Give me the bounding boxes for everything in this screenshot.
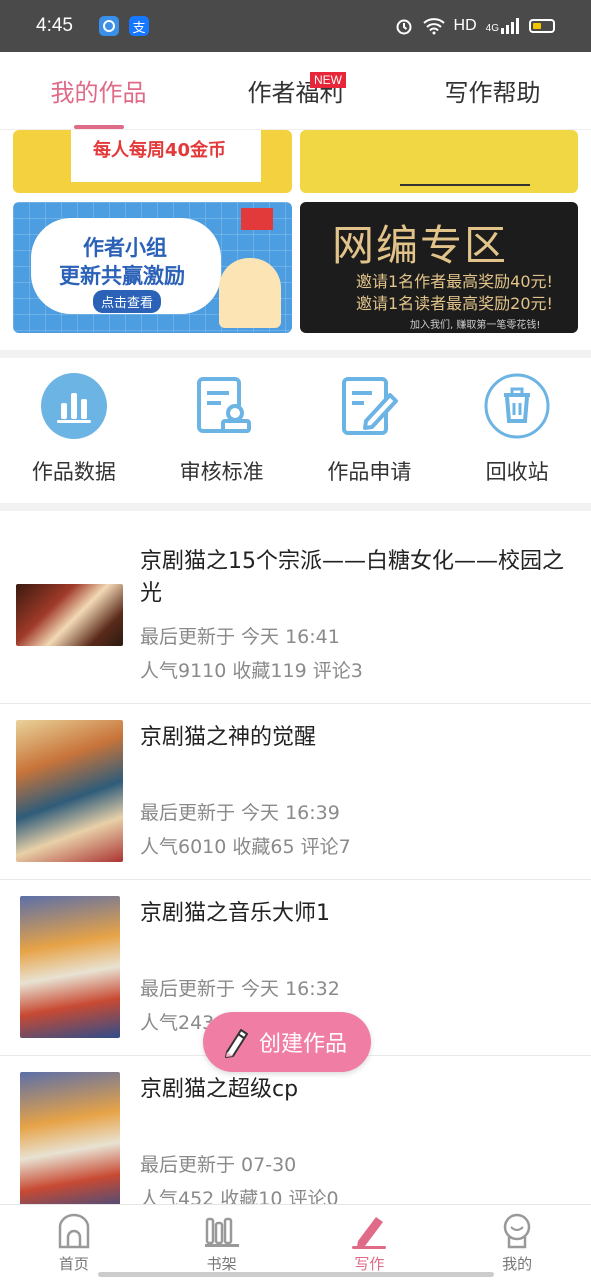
work-title: 京剧猫之15个宗派——白糖女化——校园之光	[140, 549, 564, 606]
pen-icon	[352, 1217, 387, 1249]
app-screen: 4:45 支 HD 4G 我的作品 作者福利 NEW 写作帮助 每人每周40金币…	[0, 0, 591, 1280]
profile-icon	[503, 1213, 531, 1249]
author-group-title: 作者小组	[83, 236, 167, 260]
work-stats: 人气243	[140, 1012, 215, 1034]
writing-desk-banner[interactable]	[300, 130, 578, 193]
tab-label: 我的作品	[50, 79, 147, 107]
work-title: 京剧猫之音乐大师1	[140, 901, 330, 926]
alarm-icon	[396, 19, 412, 35]
author-group-subtitle: 更新共赢激励	[59, 264, 185, 288]
status-bar: 4:45 支 HD 4G	[0, 0, 591, 52]
work-cover-image	[16, 584, 123, 646]
signal-type: 4G	[485, 23, 499, 34]
work-cover-image	[20, 1072, 120, 1214]
work-updated: 最后更新于 今天 16:41	[140, 626, 340, 648]
desk-illustration	[400, 138, 530, 186]
section-divider	[0, 350, 591, 358]
tab-my-works[interactable]: 我的作品	[0, 52, 197, 129]
work-updated: 最后更新于 今天 16:32	[140, 978, 340, 1000]
work-item[interactable]: 京剧猫之15个宗派——白糖女化——校园之光 最后更新于 今天 16:41 人气9…	[0, 526, 591, 704]
bar-chart-icon	[40, 372, 108, 440]
author-group-banner[interactable]: 作者小组 更新共赢激励 点击查看	[13, 202, 292, 333]
author-group-view-button: 点击查看	[93, 290, 162, 313]
work-stats: 人气9110 收藏119 评论3	[140, 660, 363, 682]
work-stats: 人气6010 收藏65 评论7	[140, 836, 351, 858]
weekly-coins-banner[interactable]: 每人每周40金币	[13, 130, 292, 193]
create-work-label: 创建作品	[259, 1032, 348, 1057]
new-badge: NEW	[310, 72, 346, 88]
tab-writing-help[interactable]: 写作帮助	[394, 52, 591, 129]
tab-author-benefits[interactable]: 作者福利 NEW	[197, 52, 394, 129]
home-indicator[interactable]	[98, 1272, 494, 1277]
work-cover-image	[20, 896, 120, 1038]
notification-app-icon	[98, 16, 119, 36]
nav-me[interactable]: 我的	[443, 1205, 591, 1280]
action-label: 作品数据	[31, 460, 116, 484]
red-flag-illustration	[241, 208, 273, 230]
active-tab-indicator	[73, 125, 124, 129]
group-people-illustration	[219, 258, 281, 328]
section-divider	[0, 503, 591, 511]
editor-zone-author-reward: 邀请1名作者最高奖励40元!	[356, 272, 553, 291]
work-application-button[interactable]: 作品申请	[296, 358, 444, 502]
work-updated: 最后更新于 今天 16:39	[140, 802, 340, 824]
create-work-button[interactable]: 创建作品	[203, 1012, 371, 1072]
works-data-button[interactable]: 作品数据	[0, 358, 148, 502]
trash-icon	[483, 372, 551, 440]
work-updated: 最后更新于 07-30	[140, 1154, 297, 1176]
review-standards-button[interactable]: 审核标准	[148, 358, 296, 502]
nav-label: 写作	[354, 1255, 385, 1273]
quick-actions: 作品数据 审核标准 作品申请 回收站	[0, 358, 591, 502]
bottom-nav: 首页 书架 写作 我的	[0, 1204, 591, 1280]
battery-icon	[529, 19, 555, 33]
network-type: HD	[453, 17, 477, 34]
top-tabs: 我的作品 作者福利 NEW 写作帮助	[0, 52, 591, 130]
bookshelf-icon	[204, 1217, 239, 1247]
review-stamp-icon	[188, 372, 256, 440]
alipay-icon: 支	[128, 16, 149, 36]
action-label: 回收站	[485, 460, 549, 484]
work-title: 京剧猫之神的觉醒	[140, 725, 317, 750]
pencil-icon	[225, 1029, 248, 1058]
status-indicators: HD 4G	[394, 16, 555, 36]
work-title: 京剧猫之超级cp	[140, 1077, 299, 1102]
nav-write[interactable]: 写作	[296, 1205, 444, 1280]
signal-icon: 4G	[486, 18, 520, 34]
nav-bookshelf[interactable]: 书架	[148, 1205, 296, 1280]
action-label: 作品申请	[327, 460, 412, 484]
work-item[interactable]: 京剧猫之神的觉醒 最后更新于 今天 16:39 人气6010 收藏65 评论7	[0, 704, 591, 880]
editor-zone-footer: 加入我们, 赚取第一笔零花钱!	[410, 320, 541, 331]
weekly-coins-text: 每人每周40金币	[93, 140, 227, 161]
wifi-icon	[422, 18, 445, 35]
editor-zone-title: 网编专区	[332, 221, 509, 270]
nav-label: 书架	[206, 1255, 237, 1273]
recycle-bin-button[interactable]: 回收站	[443, 358, 591, 502]
nav-label: 我的	[502, 1255, 533, 1273]
editor-zone-banner[interactable]: 网编专区 邀请1名作者最高奖励40元! 邀请1名读者最高奖励20元! 加入我们,…	[300, 202, 578, 333]
home-icon	[58, 1213, 90, 1249]
nav-label: 首页	[58, 1255, 89, 1273]
editor-zone-reader-reward: 邀请1名读者最高奖励20元!	[356, 294, 553, 313]
status-time: 4:45	[36, 15, 73, 36]
tab-label: 写作帮助	[444, 79, 541, 107]
nav-home[interactable]: 首页	[0, 1205, 148, 1280]
work-cover-image	[16, 720, 123, 862]
edit-document-icon	[335, 372, 403, 440]
action-label: 审核标准	[179, 460, 264, 484]
